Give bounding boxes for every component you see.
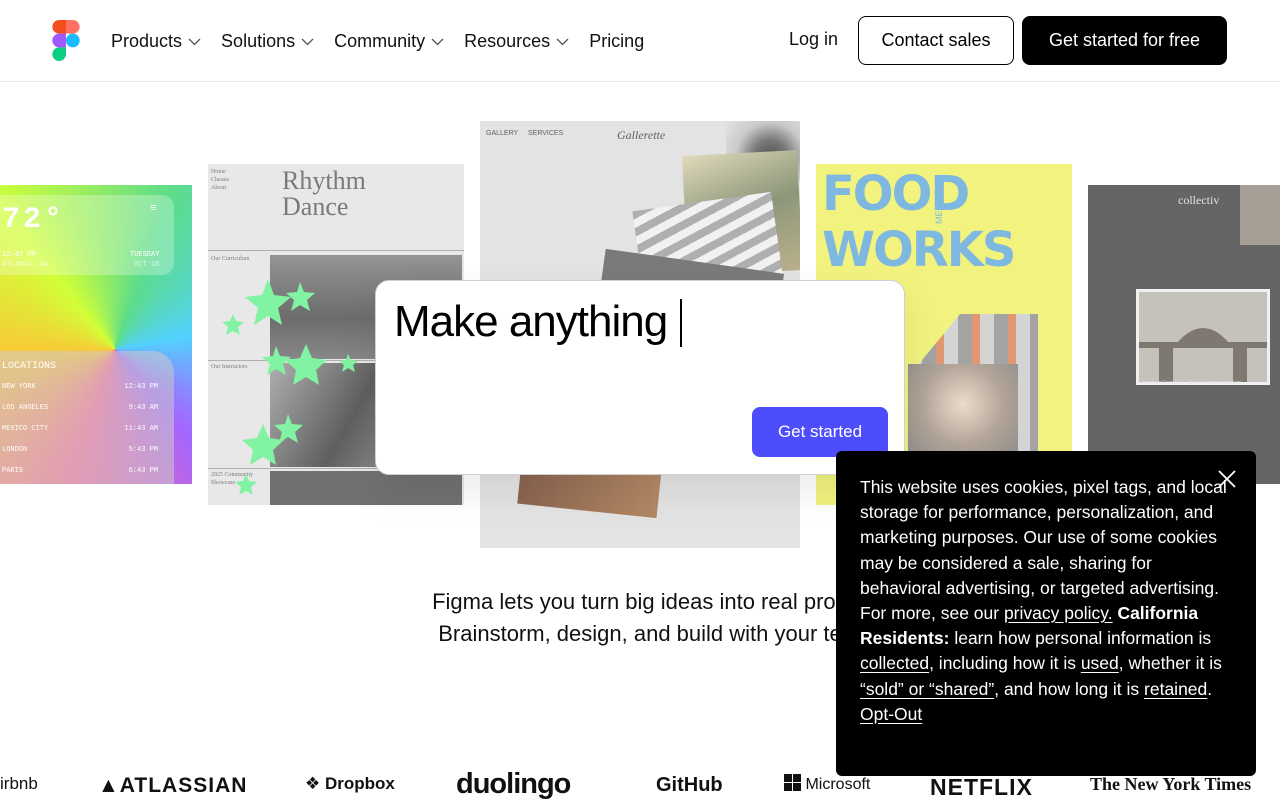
dropbox-wordmark: Dropbox — [324, 774, 395, 793]
location-row: PARIS 6:43 PM — [2, 467, 158, 475]
location-row: LOS ANGELES 9:43 AM — [2, 404, 158, 412]
nytimes-logo: The New York Times — [1090, 774, 1252, 794]
location-city: LONDON — [2, 446, 28, 454]
sold-shared-link[interactable]: “sold” or “shared” — [860, 679, 994, 699]
cookie-body-text: , including how it is — [929, 653, 1081, 674]
prompt-box[interactable]: Make anything Get started — [375, 280, 905, 475]
food-menu-label: MENU — [934, 197, 944, 225]
cookie-body-text: This website uses cookies, pixel tags, a… — [860, 477, 1227, 624]
privacy-policy-link[interactable]: privacy policy. — [1004, 603, 1113, 623]
contact-sales-button[interactable]: Contact sales — [858, 16, 1014, 65]
location-city: PARIS — [2, 467, 24, 475]
weather-day: TUESDAY — [130, 251, 160, 259]
bridge-icon — [1139, 328, 1267, 382]
cookie-body-text: . — [1207, 678, 1213, 699]
duolingo-logo: duolingo — [456, 768, 571, 800]
gallerette-logo: Gallerette — [617, 128, 666, 142]
nav-solutions[interactable]: Solutions — [221, 29, 314, 53]
location-time: 6:43 PM — [128, 467, 158, 475]
location-time: 9:43 AM — [128, 404, 158, 412]
nav-label: Resources — [464, 30, 551, 51]
login-link[interactable]: Log in — [789, 29, 838, 50]
location-city: LOS ANGELES — [2, 404, 49, 412]
weather-app-card: 72° 12:43 PM TUESDAY ATLANTA, GA OCT 18 … — [0, 185, 192, 484]
gallerette-nav-services: SERVICES — [528, 130, 564, 137]
menu-icon: ≡ — [150, 203, 157, 215]
sparkle-stars-icon — [222, 279, 358, 494]
get-started-button[interactable]: Get started — [752, 407, 888, 457]
chevron-down-icon — [556, 38, 569, 45]
figma-logo-icon[interactable] — [52, 20, 80, 61]
atlassian-logo: ▲ATLASSIAN — [98, 774, 247, 798]
airbnb-logo: irbnb — [0, 774, 38, 793]
rhythm-nav-item: Classes — [211, 177, 229, 183]
weather-city: ATLANTA, GA — [2, 261, 49, 269]
rhythm-nav: Home Classes About — [211, 168, 229, 192]
prompt-text[interactable]: Make anything — [394, 297, 668, 347]
collectiv-card: collectiv • Archaeological Site Document… — [1088, 185, 1280, 484]
location-row: MEXICO CITY 11:43 AM — [2, 425, 158, 433]
food-works-title: FOOD WORKS — [822, 166, 1016, 278]
location-time: 5:43 PM — [128, 446, 158, 454]
nav-pricing[interactable]: Pricing — [589, 29, 644, 53]
collected-link[interactable]: collected — [860, 653, 929, 673]
rhythm-nav-item: About — [211, 185, 226, 191]
nav-resources[interactable]: Resources — [464, 29, 569, 53]
weather-date: OCT 18 — [134, 261, 160, 269]
collectiv-thumb — [1240, 185, 1280, 245]
rhythm-label-curriculum: Our Curriculum — [211, 256, 250, 262]
cookie-banner: This website uses cookies, pixel tags, a… — [836, 451, 1256, 776]
atlassian-icon: ▲ — [98, 774, 120, 797]
nav-community[interactable]: Community — [334, 29, 444, 53]
location-city: MEXICO CITY — [2, 425, 49, 433]
bridge-photo — [1136, 289, 1270, 385]
site-header: Products Solutions Community Resources P… — [0, 0, 1280, 82]
netflix-logo: NETFLIX — [930, 774, 1033, 800]
person-photo — [908, 364, 1018, 464]
rhythm-nav-item: Home — [211, 169, 226, 175]
github-logo: GitHub — [656, 774, 723, 796]
main-nav: Products Solutions Community Resources P… — [111, 29, 644, 53]
locations-title: LOCATIONS — [2, 361, 57, 372]
location-time: 12:43 PM — [124, 383, 158, 391]
cookie-text: This website uses cookies, pixel tags, a… — [860, 475, 1232, 727]
weather-current: 72° 12:43 PM TUESDAY ATLANTA, GA OCT 18 … — [0, 195, 174, 275]
dropbox-logo: ❖ Dropbox — [305, 774, 395, 794]
dropbox-icon: ❖ — [305, 774, 321, 793]
location-row: NEW YORK 12:43 PM — [2, 383, 158, 391]
weather-locations: LOCATIONS NEW YORK 12:43 PM LOS ANGELES 9:… — [0, 351, 174, 484]
atlassian-wordmark: ATLASSIAN — [119, 774, 248, 797]
get-started-free-button[interactable]: Get started for free — [1022, 16, 1227, 65]
collectiv-title: collectiv — [1178, 193, 1220, 207]
nav-label: Community — [334, 30, 426, 51]
microsoft-logo: Microsoft — [784, 774, 870, 794]
used-link[interactable]: used — [1081, 653, 1119, 673]
divider — [208, 250, 464, 251]
cookie-body-text: , whether it is — [1118, 653, 1222, 674]
location-city: NEW YORK — [2, 383, 36, 391]
chevron-down-icon — [301, 38, 314, 45]
rhythm-title-line: Rhythm — [282, 166, 366, 195]
text-cursor — [680, 299, 682, 347]
weather-temp: 72° — [2, 203, 66, 237]
collectiv-caption: • Archaeological Site Documentation — [1136, 380, 1242, 386]
weather-time: 12:43 PM — [2, 251, 36, 259]
microsoft-icon — [784, 774, 801, 791]
chevron-down-icon — [188, 38, 201, 45]
nav-label: Solutions — [221, 30, 296, 51]
rhythm-title-line: Dance — [282, 192, 349, 221]
nav-products[interactable]: Products — [111, 29, 201, 53]
rhythm-title: Rhythm Dance — [282, 168, 366, 220]
nav-label: Pricing — [589, 30, 645, 51]
cookie-body-text: learn how personal information is — [949, 628, 1212, 649]
cookie-body-text: , and how long it is — [994, 678, 1145, 699]
microsoft-wordmark: Microsoft — [805, 776, 871, 793]
location-time: 11:43 AM — [124, 425, 158, 433]
gallerette-nav-gallery: GALLERY — [486, 130, 519, 137]
nav-label: Products — [111, 30, 183, 51]
opt-out-link[interactable]: Opt-Out — [860, 704, 922, 724]
retained-link[interactable]: retained — [1144, 679, 1207, 699]
location-row: LONDON 5:43 PM — [2, 446, 158, 454]
chevron-down-icon — [431, 38, 444, 45]
